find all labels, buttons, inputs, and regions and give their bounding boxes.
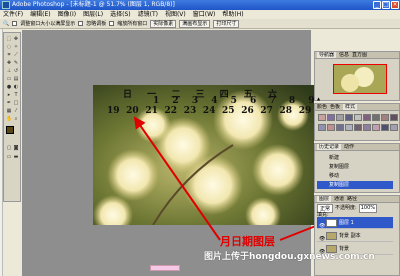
style-swatch[interactable]	[390, 124, 398, 131]
style-swatch[interactable]	[372, 114, 380, 121]
style-swatch[interactable]	[318, 114, 326, 121]
swatches-panel-tabs: 颜色 色板 样式	[315, 104, 399, 111]
watermark-text: 图片上传于hongdou.gxnews.com.cn	[204, 252, 375, 262]
style-swatch[interactable]	[327, 124, 335, 131]
tab-navigator[interactable]: 导航器	[317, 52, 337, 58]
tab-actions[interactable]: 动作	[344, 144, 354, 150]
opacity-input[interactable]: 100%	[358, 204, 377, 213]
tab-histogram[interactable]: 直方图	[352, 52, 367, 58]
style-swatch[interactable]	[372, 124, 380, 131]
taskbar-item[interactable]	[150, 265, 180, 271]
history-panel-tabs: 历史记录 动作	[315, 144, 399, 151]
tab-channels[interactable]: 通道	[334, 196, 344, 202]
layer-name: 背景 副本	[339, 233, 361, 239]
navigator-thumbnail[interactable]	[333, 64, 387, 94]
layers-panel-tabs: 图层 通道 路径	[315, 196, 399, 203]
opacity-label: 不透明度:	[335, 205, 357, 211]
style-swatch[interactable]	[327, 114, 335, 121]
annotation-label: 月日期图层	[220, 235, 275, 248]
style-swatch[interactable]	[363, 124, 371, 131]
style-swatch[interactable]	[336, 124, 344, 131]
layer-thumbnail	[326, 219, 337, 227]
layer-row[interactable]: 👁 背景 副本	[317, 230, 393, 242]
style-swatch[interactable]	[345, 114, 353, 121]
layer-name: 图层 1	[339, 220, 354, 226]
style-swatch[interactable]	[318, 124, 326, 131]
history-item[interactable]: 复制图层	[317, 163, 393, 171]
tab-swatches[interactable]: 色板	[330, 104, 340, 110]
style-swatch[interactable]	[381, 124, 389, 131]
swatches-panel: 颜色 色板 样式	[314, 103, 400, 141]
annotation-arrow-to-calendar	[133, 116, 221, 241]
style-swatch[interactable]	[390, 114, 398, 121]
tab-layers[interactable]: 图层	[317, 196, 332, 202]
layer-row-selected[interactable]: 👁 图层 1	[317, 217, 393, 229]
tab-paths[interactable]: 路径	[347, 196, 357, 202]
tab-styles[interactable]: 样式	[343, 104, 358, 110]
style-swatch[interactable]	[354, 124, 362, 131]
navigator-panel: 导航器 信息 直方图 ▲	[314, 51, 400, 101]
style-swatch[interactable]	[354, 114, 362, 121]
tab-history[interactable]: 历史记录	[317, 144, 342, 150]
tab-color[interactable]: 颜色	[317, 104, 327, 110]
navigator-panel-tabs: 导航器 信息 直方图	[315, 52, 399, 59]
layers-panel: 图层 通道 路径 正常 不透明度: 100% 填充: 👁 图层 1 👁 背景 副…	[314, 195, 400, 276]
history-item[interactable]: 移动	[317, 172, 393, 180]
style-swatch[interactable]	[345, 124, 353, 131]
style-swatch[interactable]	[381, 114, 389, 121]
history-panel: 历史记录 动作 新建 复制图层 移动 复制图层	[314, 143, 400, 193]
style-swatch[interactable]	[363, 114, 371, 121]
tab-info[interactable]: 信息	[339, 52, 349, 58]
layer-thumbnail	[326, 232, 337, 240]
zoom-out-icon[interactable]: ▲	[317, 96, 320, 101]
style-swatch[interactable]	[336, 114, 344, 121]
history-item[interactable]: 新建	[317, 154, 393, 162]
history-item-selected[interactable]: 复制图层	[317, 181, 393, 189]
